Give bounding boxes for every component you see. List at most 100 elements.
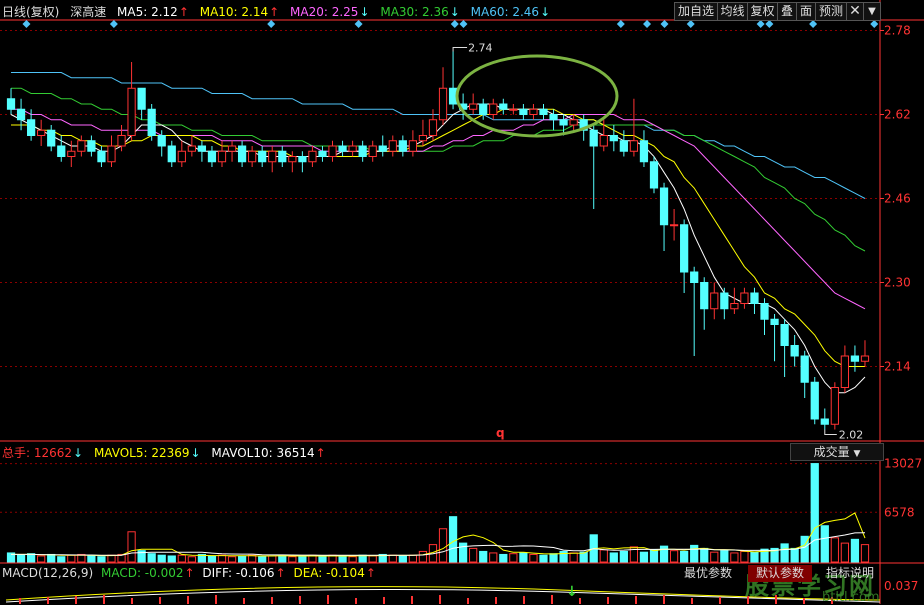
volume-indicator-select[interactable]: 成交量 ▼: [790, 443, 884, 461]
dea-value: DEA: -0.104: [293, 566, 365, 580]
add-watchlist-button[interactable]: 加自选: [674, 2, 718, 21]
volume-bar: [529, 553, 538, 563]
candle-body: [147, 108, 156, 136]
total-volume-arrow-icon: ↓: [73, 446, 84, 460]
candle-body: [338, 145, 347, 152]
candle-body: [318, 150, 327, 157]
event-diamond-icon: [809, 20, 818, 28]
candle-body: [268, 150, 277, 163]
candle-body: [328, 145, 337, 157]
volume-bar: [820, 525, 829, 563]
volume-bar: [167, 555, 176, 563]
volume-bar: [237, 555, 247, 563]
macd-tick-label: 0.037: [884, 579, 918, 593]
stock-name: 深高速: [70, 5, 107, 19]
volume-bar: [298, 555, 307, 563]
candlestick-chart[interactable]: 2.78 2.62 2.46 2.30 2.14 2.74 2.02 q 13027 6578 0.…: [0, 0, 924, 604]
avg-line-button[interactable]: 均线: [717, 2, 748, 21]
volume-bar: [569, 552, 578, 563]
candle-body: [619, 140, 628, 152]
volume-bar: [318, 556, 327, 563]
candle-body: [217, 150, 227, 163]
volume-bar: [448, 516, 458, 563]
chart-window: 2.78 2.62 2.46 2.30 2.14 2.74 2.02 q 13027 6578 0.…: [0, 0, 924, 605]
candle-body: [177, 150, 186, 163]
candle-body: [127, 87, 136, 136]
ma60-arrow-icon: ↓: [540, 5, 551, 19]
candle-body: [207, 150, 217, 163]
volume-bar: [509, 553, 518, 563]
forecast-button[interactable]: 预测: [815, 2, 847, 21]
candle-body: [800, 355, 809, 383]
default-params-button[interactable]: 默认参数: [748, 565, 812, 582]
volume-bar: [177, 554, 186, 563]
overlay-button[interactable]: 叠: [777, 2, 797, 21]
candle-body: [6, 98, 16, 110]
candle-body: [298, 156, 307, 163]
dropdown-icon[interactable]: ▼: [863, 2, 881, 21]
volume-bar: [720, 550, 729, 563]
candle-body: [167, 145, 176, 163]
volume-bar: [288, 556, 297, 563]
volume-bar: [780, 543, 789, 563]
indicator-help-button[interactable]: 指标说明: [818, 565, 882, 582]
volume-bar: [67, 554, 76, 563]
volume-bar: [207, 555, 217, 563]
ma10-arrow-icon: ↑: [269, 5, 280, 19]
mavol5-arrow-icon: ↓: [190, 446, 201, 460]
volume-bar: [127, 531, 136, 563]
candle-body: [519, 108, 528, 115]
volume-bar: [649, 549, 659, 563]
macd-signal-arrow-icon: ↓: [566, 584, 578, 600]
ma20-arrow-icon: ↓: [359, 5, 370, 19]
volume-bar: [840, 542, 850, 563]
volume-bar: [830, 537, 839, 563]
candle-body: [308, 150, 317, 163]
volume-bar: [338, 555, 347, 563]
volume-bar: [479, 550, 488, 563]
volume-bar: [690, 544, 699, 563]
event-diamond-icon: [459, 20, 468, 28]
best-params-button[interactable]: 最优参数: [676, 565, 740, 582]
candle-body: [820, 418, 829, 425]
candle-body: [599, 135, 608, 147]
high-label: 2.74: [468, 42, 493, 55]
candle-body: [669, 224, 679, 227]
candle-body: [398, 140, 407, 152]
restore-button[interactable]: 面: [796, 2, 816, 21]
close-icon[interactable]: ✕: [846, 2, 864, 21]
volume-bar: [418, 550, 428, 563]
volume-bar: [659, 545, 669, 563]
candle-body: [67, 150, 76, 157]
candle-body: [539, 108, 548, 115]
adjust-button[interactable]: 复权: [747, 2, 778, 21]
volume-bar: [37, 555, 46, 563]
candle-body: [37, 129, 46, 136]
candle-body: [499, 103, 508, 110]
volume-bar: [750, 551, 759, 563]
volume-bar: [599, 549, 608, 563]
ma30-value: MA30: 2.36: [380, 5, 449, 19]
watermark-url: btltl.com: [822, 590, 880, 605]
candle-body: [26, 119, 36, 136]
total-volume-label: 总手: 12662: [2, 446, 73, 460]
volume-bar: [438, 528, 448, 563]
candle-body: [418, 135, 428, 142]
volume-bar: [680, 550, 689, 563]
volume-bar: [469, 547, 478, 563]
diff-arrow-icon: ↑: [275, 566, 286, 580]
volume-bar: [157, 554, 166, 563]
candle-body: [780, 324, 789, 346]
volume-bar: [639, 551, 649, 563]
event-diamond-icon: [686, 20, 695, 28]
event-diamond-icon: [450, 20, 459, 28]
candle-body: [529, 108, 538, 115]
ma30-line: [11, 87, 866, 252]
candle-body: [659, 187, 669, 226]
volume-tick-label: 13027: [884, 457, 922, 471]
candle-body: [187, 145, 196, 152]
candle-body: [227, 145, 237, 152]
mavol10-arrow-icon: ↑: [315, 446, 326, 460]
ma5-value: MA5: 2.12: [117, 5, 178, 19]
candle-body: [408, 140, 418, 152]
